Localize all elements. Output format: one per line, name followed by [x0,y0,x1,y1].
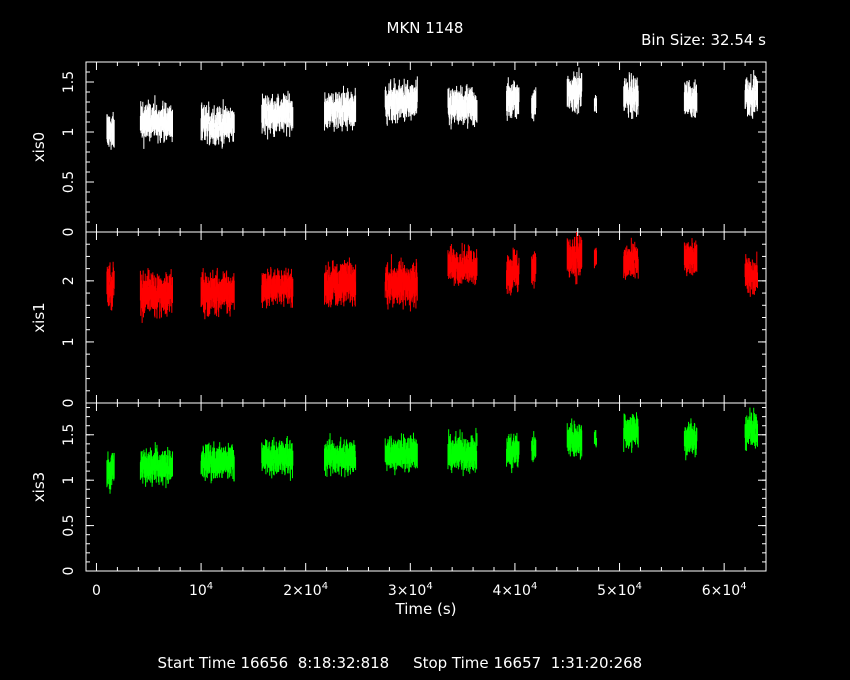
xis0-data-series [106,67,759,150]
xis3-ytick-label: 0.5 [61,514,77,536]
xis0-axis-label: xis0 [30,132,48,162]
xis1-ytick-label: 0 [61,399,77,408]
xis3-ytick-label: 1.5 [61,424,77,446]
xis0-ytick-label: 0 [61,228,77,237]
xis0-ytick-label: 1 [61,128,77,137]
xis1-ytick-label: 1 [61,337,77,346]
xis3-data-series [106,407,759,494]
bin-size-label: Bin Size: 32.54 s [641,31,766,49]
panels-group: 0 0.5 1 1.5 xis0 0 1 2 xis1 0 0.5 1 1.5 xis3 0 104 2×104… [30,61,767,618]
chart-title: MKN 1148 [387,19,464,37]
xis0-ytick-label: 0.5 [61,171,77,193]
xtick-label: 4×104 [493,581,538,599]
xis3-ytick-label: 1 [61,476,77,485]
start-time-label: Start Time [157,654,236,672]
xtick-label: 3×104 [388,581,433,599]
start-time-value: 16656 8:18:32:818 [240,654,390,672]
stop-time-label: Stop Time [413,654,489,672]
xis3-panel-frame [85,402,767,572]
xis3-axis-label: xis3 [30,472,48,502]
xis1-data-series [106,232,759,323]
light-curve-figure: MKN 1148 Bin Size: 32.54 s 00.511.5xis00… [30,19,767,618]
xis3-ytick-label: 0 [61,567,77,576]
xtick-label: 0 [92,583,101,599]
xtick-label: 6×104 [702,581,747,599]
x-axis-label: Time (s) [395,600,457,618]
xis1-panel-frame [85,231,767,404]
xtick-label: 104 [189,581,213,599]
xtick-label: 5×104 [597,581,642,599]
time-range-footer: Start Time 16656 8:18:32:818 Stop Time 1… [148,636,643,672]
xis1-axis-label: xis1 [30,302,48,332]
xtick-label: 2×104 [283,581,328,599]
xis1-ytick-label: 2 [61,276,77,285]
stop-time-value: 16657 1:31:20:268 [493,654,643,672]
xis0-ytick-label: 1.5 [61,71,77,93]
xis0-panel-frame [85,61,767,233]
